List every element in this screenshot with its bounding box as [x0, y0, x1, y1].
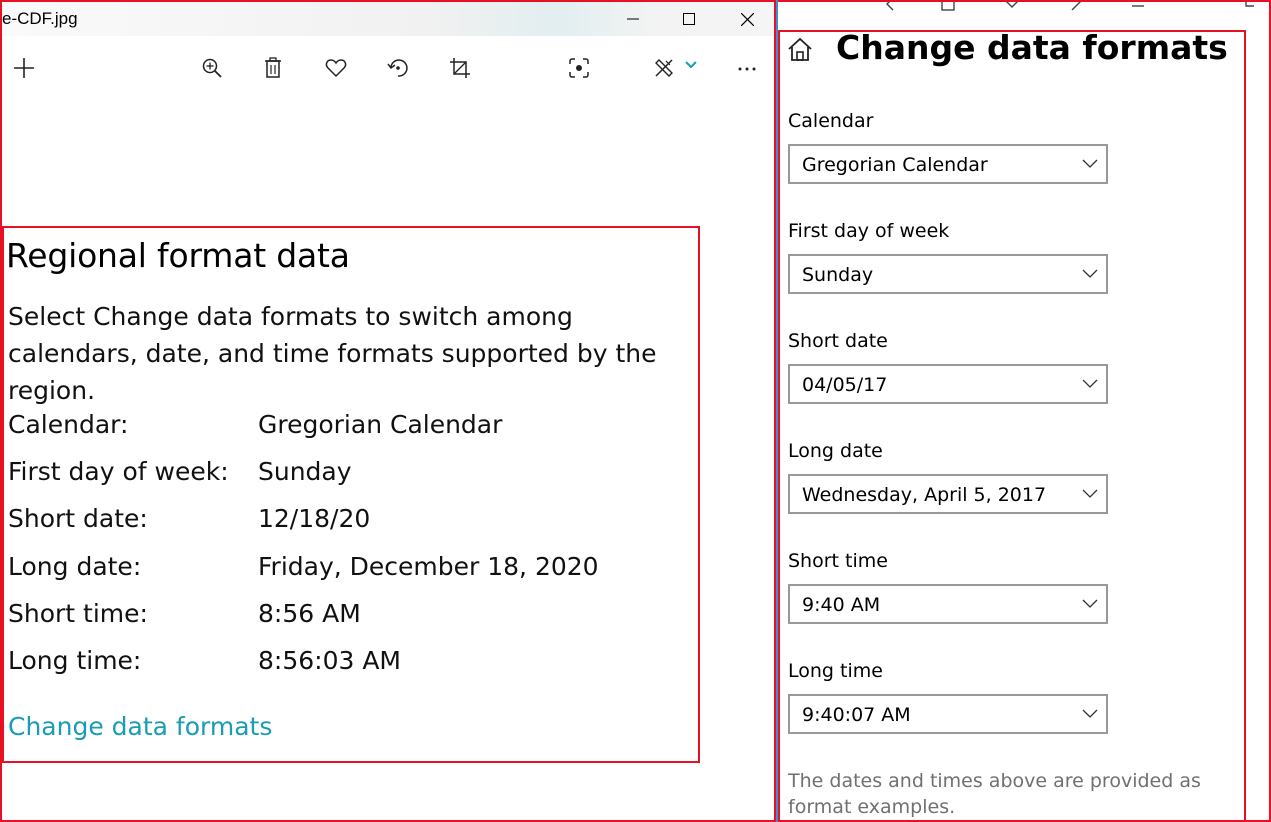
long-date-label: Long date [788, 440, 883, 462]
calendar-label: Calendar [788, 110, 874, 132]
regional-description: Select Change data formats to switch amo… [8, 302, 657, 405]
rotate-button[interactable] [378, 46, 418, 90]
delete-button[interactable] [253, 46, 293, 90]
page-title: Change data formats [836, 28, 1228, 67]
rotate-icon [387, 59, 408, 77]
calendar-dropdown[interactable]: Gregorian Calendar [788, 144, 1108, 184]
add-icon [14, 58, 34, 78]
favorite-button[interactable] [316, 46, 356, 90]
back-arrow-icon [886, 2, 894, 11]
zoom-in-icon [202, 58, 222, 78]
edit-draw-button[interactable] [644, 46, 684, 90]
regional-title: Regional format data [6, 236, 350, 275]
first-day-dropdown[interactable]: Sunday [788, 254, 1108, 294]
visual-search-button[interactable] [559, 46, 599, 90]
row-label: Short time: [8, 599, 148, 628]
short-time-label: Short time [788, 550, 888, 572]
expand-icon [1071, 2, 1081, 11]
row-value: 8:56 AM [258, 599, 361, 628]
dropdown-value: 9:40 AM [802, 594, 881, 616]
visual-search-icon [569, 58, 589, 78]
short-date-dropdown[interactable]: 04/05/17 [788, 364, 1108, 404]
dropdown-value: 04/05/17 [802, 374, 888, 396]
close-button[interactable] [724, 2, 770, 36]
row-value: Sunday [258, 457, 352, 486]
dropdown-value: Gregorian Calendar [802, 154, 988, 176]
delete-icon [941, 2, 955, 11]
chevron-down-icon [1082, 489, 1098, 498]
more-button[interactable] [727, 46, 767, 90]
short-time-dropdown[interactable]: 9:40 AM [788, 584, 1108, 624]
change-data-formats-link[interactable]: Change data formats [8, 712, 272, 741]
row-value: Gregorian Calendar [258, 410, 503, 439]
change-formats-section: Change data formats Calendar Gregorian C… [778, 28, 1246, 822]
more-icon [738, 67, 756, 71]
crop-icon [1132, 5, 1144, 7]
minimize-button[interactable] [610, 2, 656, 36]
cut-off-toolbar [778, 2, 1271, 12]
row-label: Long time: [8, 646, 142, 675]
chevron-down-icon [685, 61, 697, 69]
short-date-label: Short date [788, 330, 888, 352]
zoom-button[interactable] [192, 46, 232, 90]
favorite-icon [325, 59, 347, 78]
minimize-icon [627, 18, 639, 20]
title-bar: e-CDF.jpg [2, 2, 774, 36]
row-label: Short date: [8, 504, 148, 533]
chevron-down-icon [1082, 599, 1098, 608]
settings-pane: Change data formats Calendar Gregorian C… [778, 0, 1271, 822]
fullscreen-icon [1245, 2, 1254, 7]
long-time-dropdown[interactable]: 9:40:07 AM [788, 694, 1108, 734]
long-time-label: Long time [788, 660, 883, 682]
edit-draw-icon [655, 59, 673, 77]
toolbar [2, 46, 774, 90]
row-value: 8:56:03 AM [258, 646, 401, 675]
format-footnote: The dates and times above are provided a… [788, 770, 1201, 818]
row-label: Long date: [8, 552, 142, 581]
dropdown-value: Wednesday, April 5, 2017 [802, 484, 1047, 506]
row-label: First day of week: [8, 457, 229, 486]
photos-window: e-CDF.jpg Regional format data Select Ch… [0, 0, 776, 822]
chevron-down-icon [1082, 379, 1098, 388]
dropdown-value: Sunday [802, 264, 874, 286]
maximize-icon [683, 13, 695, 25]
dropdown-value: 9:40:07 AM [802, 704, 911, 726]
chevron-down-icon [1006, 2, 1018, 8]
row-value: Friday, December 18, 2020 [258, 552, 599, 581]
long-date-dropdown[interactable]: Wednesday, April 5, 2017 [788, 474, 1108, 514]
window-title: e-CDF.jpg [2, 9, 78, 28]
crop-icon [450, 58, 470, 78]
crop-button[interactable] [440, 46, 480, 90]
close-icon [740, 12, 754, 26]
row-value: 12/18/20 [258, 504, 371, 533]
add-button[interactable] [4, 46, 44, 90]
regional-format-section: Regional format data Select Change data … [2, 226, 700, 763]
chevron-down-icon [1082, 159, 1098, 168]
chevron-down-icon [1082, 709, 1098, 718]
row-label: Calendar: [8, 410, 129, 439]
edit-dropdown-chevron[interactable] [684, 58, 698, 72]
home-icon[interactable] [786, 36, 814, 64]
chevron-down-icon [1082, 269, 1098, 278]
maximize-button[interactable] [666, 2, 712, 36]
delete-icon [265, 57, 281, 78]
first-day-label: First day of week [788, 220, 950, 242]
